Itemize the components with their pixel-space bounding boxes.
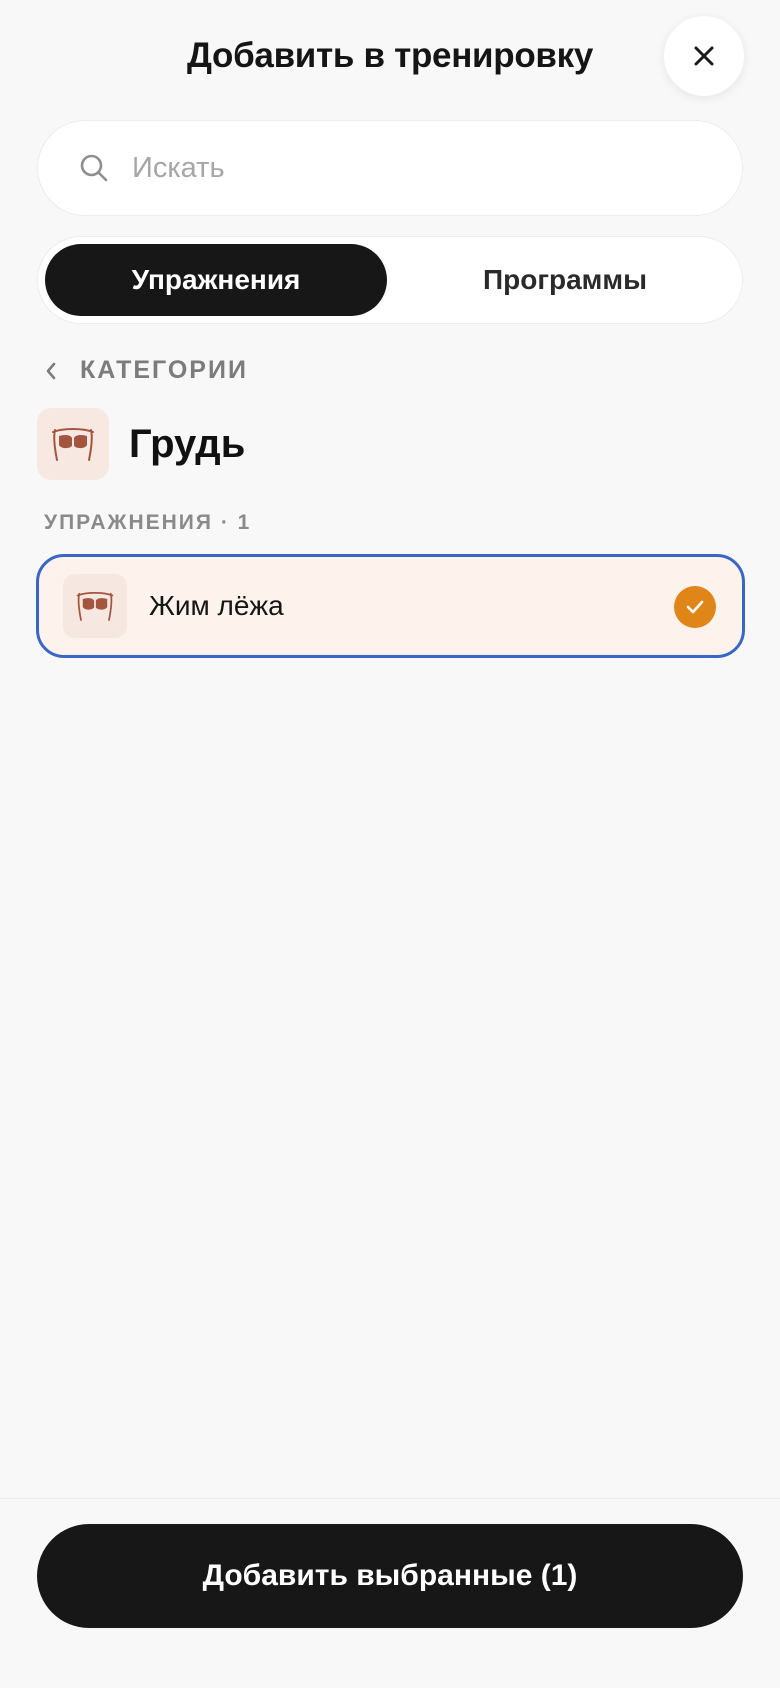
selected-check-icon[interactable]: [674, 586, 716, 628]
exercises-count-label: УПРАЖНЕНИЯ · 1: [44, 511, 252, 534]
header: Добавить в тренировку: [0, 0, 780, 116]
close-icon: [694, 46, 714, 66]
exercise-name: Жим лёжа: [149, 590, 284, 621]
breadcrumb-categories[interactable]: КАТЕГОРИИ: [44, 356, 248, 385]
exercise-icon-tile: [63, 574, 127, 638]
tab-switcher: Упражнения Программы: [37, 236, 743, 324]
tab-programs[interactable]: Программы: [394, 244, 736, 316]
exercise-item[interactable]: Жим лёжа: [36, 554, 745, 658]
add-to-workout-screen: Добавить в тренировку Упражнения Програм…: [0, 0, 780, 1688]
tab-exercises[interactable]: Упражнения: [45, 244, 387, 316]
category-icon-tile: [37, 408, 109, 480]
footer-divider: [0, 1498, 780, 1499]
chevron-left-icon: [44, 358, 62, 384]
search-bar[interactable]: [37, 120, 743, 216]
breadcrumb-label: КАТЕГОРИИ: [80, 356, 248, 384]
add-selected-button[interactable]: Добавить выбранные (1): [37, 1524, 743, 1628]
search-icon: [76, 150, 112, 186]
chest-muscle-icon: [76, 592, 114, 621]
category-title: Грудь: [129, 421, 246, 466]
page-title: Добавить в тренировку: [186, 36, 594, 75]
chest-muscle-icon: [52, 428, 94, 461]
category-header: Грудь: [37, 408, 245, 480]
close-button[interactable]: [664, 16, 744, 96]
search-input[interactable]: [132, 151, 692, 185]
